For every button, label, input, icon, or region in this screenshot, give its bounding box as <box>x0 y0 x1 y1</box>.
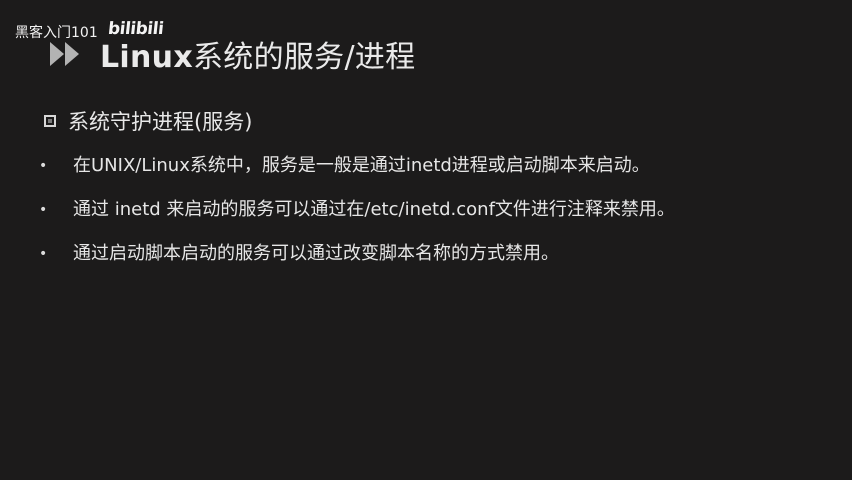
list-item: • 通过 inetd 来启动的服务可以通过在/etc/inetd.conf文件进… <box>38 194 738 226</box>
bilibili-logo: bilibili <box>106 19 165 39</box>
title-sub: 系统的服务/进程 <box>192 40 416 75</box>
list-item: • 在UNIX/Linux系统中，服务是一般是通过inetd进程或启动脚本来启动… <box>38 150 738 182</box>
watermark-text: 黑客入门101 <box>15 25 98 41</box>
dot-icon: • <box>39 158 48 174</box>
bullet-text: 在UNIX/Linux系统中，服务是一般是通过inetd进程或启动脚本来启动。 <box>73 155 650 176</box>
dot-icon: • <box>39 202 48 218</box>
dot-icon: • <box>39 246 48 262</box>
section-header: 系统守护进程(服务) <box>44 106 252 136</box>
double-chevron-icon <box>50 42 79 66</box>
bullet-text: 通过启动脚本启动的服务可以通过改变脚本名称的方式禁用。 <box>73 243 559 264</box>
list-item: • 通过启动脚本启动的服务可以通过改变脚本名称的方式禁用。 <box>38 238 738 270</box>
section-heading: 系统守护进程(服务) <box>68 110 253 134</box>
watermark: 黑客入门101 bilibili <box>15 19 165 42</box>
bullet-text: 通过 inetd 来启动的服务可以通过在/etc/inetd.conf文件进行注… <box>73 199 675 220</box>
bullet-list: • 在UNIX/Linux系统中，服务是一般是通过inetd进程或启动脚本来启动… <box>38 150 738 282</box>
slide: 黑客入门101 bilibili Linux系统的服务/进程 系统守护进程(服务… <box>0 0 852 480</box>
title-main: Linux <box>100 40 193 75</box>
square-bullet-icon <box>44 115 56 127</box>
